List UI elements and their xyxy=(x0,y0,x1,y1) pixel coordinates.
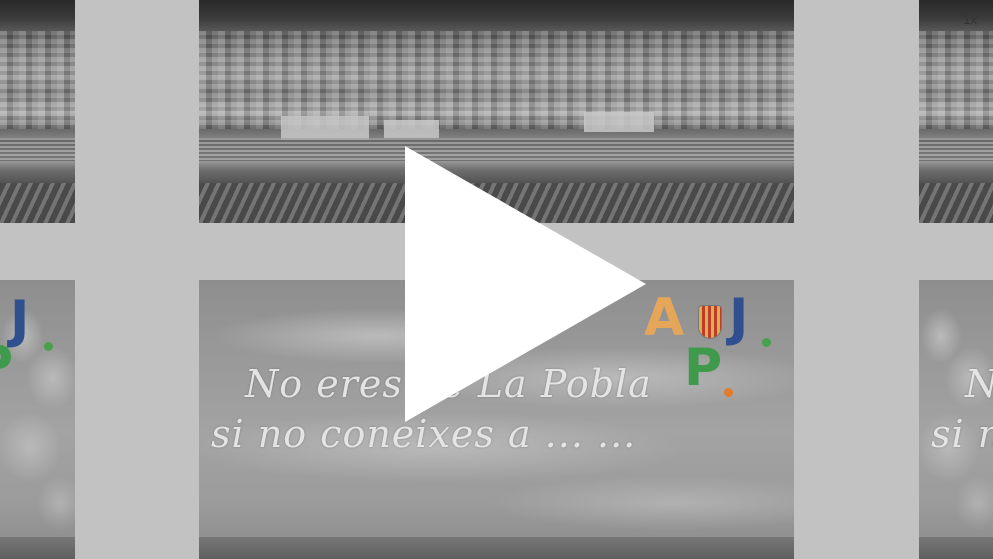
thumbnail-title-left: J P xyxy=(0,280,75,559)
thumbnail-aerial-left xyxy=(0,0,75,223)
playback-speed-button[interactable]: 1x xyxy=(963,12,977,27)
video-title-line1-partial: No eres de La Pobla xyxy=(965,362,993,406)
coat-of-arms-icon xyxy=(699,306,721,338)
video-title-line2-partial: si no coneixes a ... ... xyxy=(931,412,993,456)
logo-dot xyxy=(724,388,733,397)
thumbnail-title-right: No eres de La Pobla si no coneixes a ...… xyxy=(919,280,993,559)
logo-letter-a: A xyxy=(644,288,685,348)
logo-letter-j: J xyxy=(729,288,749,348)
thumbnail-aerial-right xyxy=(919,0,993,223)
play-icon[interactable] xyxy=(405,146,646,422)
logo-letter-p: P xyxy=(684,338,723,398)
logo-letter-p: P xyxy=(0,335,13,395)
logo-dot xyxy=(762,338,771,347)
logo-dot xyxy=(44,342,53,351)
logo-ajp: A J P xyxy=(644,288,774,398)
